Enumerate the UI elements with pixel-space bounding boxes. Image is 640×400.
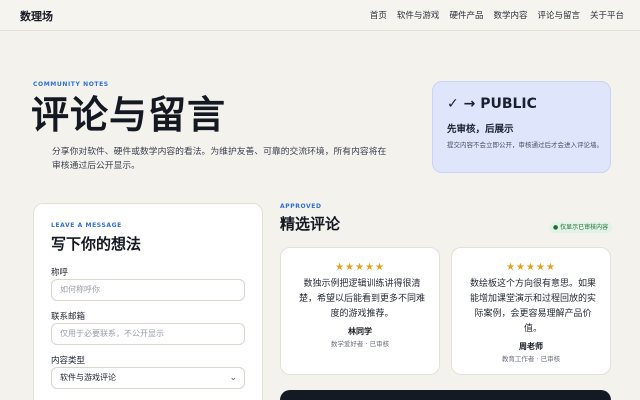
chevron-down-icon: ⌄ bbox=[229, 373, 237, 383]
brand-logo[interactable]: 数理场 bbox=[20, 8, 53, 24]
star-rating: ★★★★★ bbox=[506, 262, 556, 273]
review-card: ★★★★★ 数绘板这个方向很有意思。如果能增加课堂演示和过程回放的实际案例，会更… bbox=[451, 247, 611, 375]
review-text: 数绘板这个方向很有意思。如果能增加课堂演示和过程回放的实际案例，会更容易理解产品… bbox=[469, 279, 596, 334]
public-review-card: ✓ → PUBLIC 先审核，后展示 提交内容不会立即公开，审核通过后才会进入评… bbox=[432, 81, 611, 173]
email-input[interactable]: 仅用于必要联系，不公开显示 bbox=[51, 323, 245, 345]
nav-item-software-games[interactable]: 软件与游戏 bbox=[397, 9, 440, 21]
form-title: 写下你的想法 bbox=[51, 235, 142, 253]
approved-eyebrow: APPROVED bbox=[280, 203, 322, 210]
public-card-subtitle: 先审核，后展示 bbox=[447, 124, 514, 135]
review-card: ★★★★★ 数独示例把逻辑训练讲得很清楚，希望以后能看到更多不同难度的游戏推荐。… bbox=[280, 247, 440, 375]
reviewer-role: 数学爱好者 · 已审核 bbox=[330, 340, 390, 348]
main-nav: 首页 软件与游戏 硬件产品 数学内容 评论与留言 关于平台 bbox=[370, 9, 624, 21]
star-rating: ★★★★★ bbox=[335, 262, 385, 273]
reviewer-name: 林同学 bbox=[348, 327, 372, 336]
nav-item-hardware[interactable]: 硬件产品 bbox=[449, 9, 483, 21]
hero-description: 分享你对软件、硬件或数学内容的看法。为维护友善、可靠的交流环境，所有内容将在审核… bbox=[52, 147, 387, 171]
content-type-value: 软件与游戏评论 bbox=[60, 373, 116, 382]
nav-item-comments[interactable]: 评论与留言 bbox=[537, 9, 580, 21]
public-card-note: 提交内容不会立即公开，审核通过后才会进入评论墙。 bbox=[447, 141, 603, 149]
content-type-select[interactable]: 软件与游戏评论 ⌄ bbox=[51, 367, 245, 389]
nav-item-home[interactable]: 首页 bbox=[370, 9, 387, 21]
page-title: 评论与留言 bbox=[31, 93, 227, 137]
reviewer-role: 教育工作者 · 已审核 bbox=[501, 355, 561, 363]
name-input[interactable]: 如何称呼你 bbox=[51, 279, 245, 301]
status-badge: ● 仅显示已审核内容 bbox=[549, 222, 613, 233]
approved-title: 精选评论 bbox=[280, 215, 341, 233]
name-label: 称呼 bbox=[51, 268, 69, 278]
review-text: 数独示例把逻辑训练讲得很清楚，希望以后能看到更多不同难度的游戏推荐。 bbox=[298, 279, 425, 319]
top-navigation-bar: 数理场 首页 软件与游戏 硬件产品 数学内容 评论与留言 关于平台 bbox=[0, 0, 640, 31]
type-label: 内容类型 bbox=[51, 356, 86, 366]
form-eyebrow: LEAVE A MESSAGE bbox=[51, 222, 122, 229]
email-label: 联系邮箱 bbox=[51, 312, 86, 322]
nav-item-about[interactable]: 关于平台 bbox=[590, 9, 624, 21]
public-card-title: ✓ → PUBLIC bbox=[447, 96, 537, 112]
dark-panel bbox=[280, 390, 611, 400]
message-form: LEAVE A MESSAGE 写下你的想法 称呼 如何称呼你 联系邮箱 仅用于… bbox=[33, 203, 263, 400]
reviewer-name: 周老师 bbox=[519, 342, 543, 351]
nav-item-math-content[interactable]: 数学内容 bbox=[493, 9, 527, 21]
hero-eyebrow: COMMUNITY NOTES bbox=[33, 81, 109, 88]
